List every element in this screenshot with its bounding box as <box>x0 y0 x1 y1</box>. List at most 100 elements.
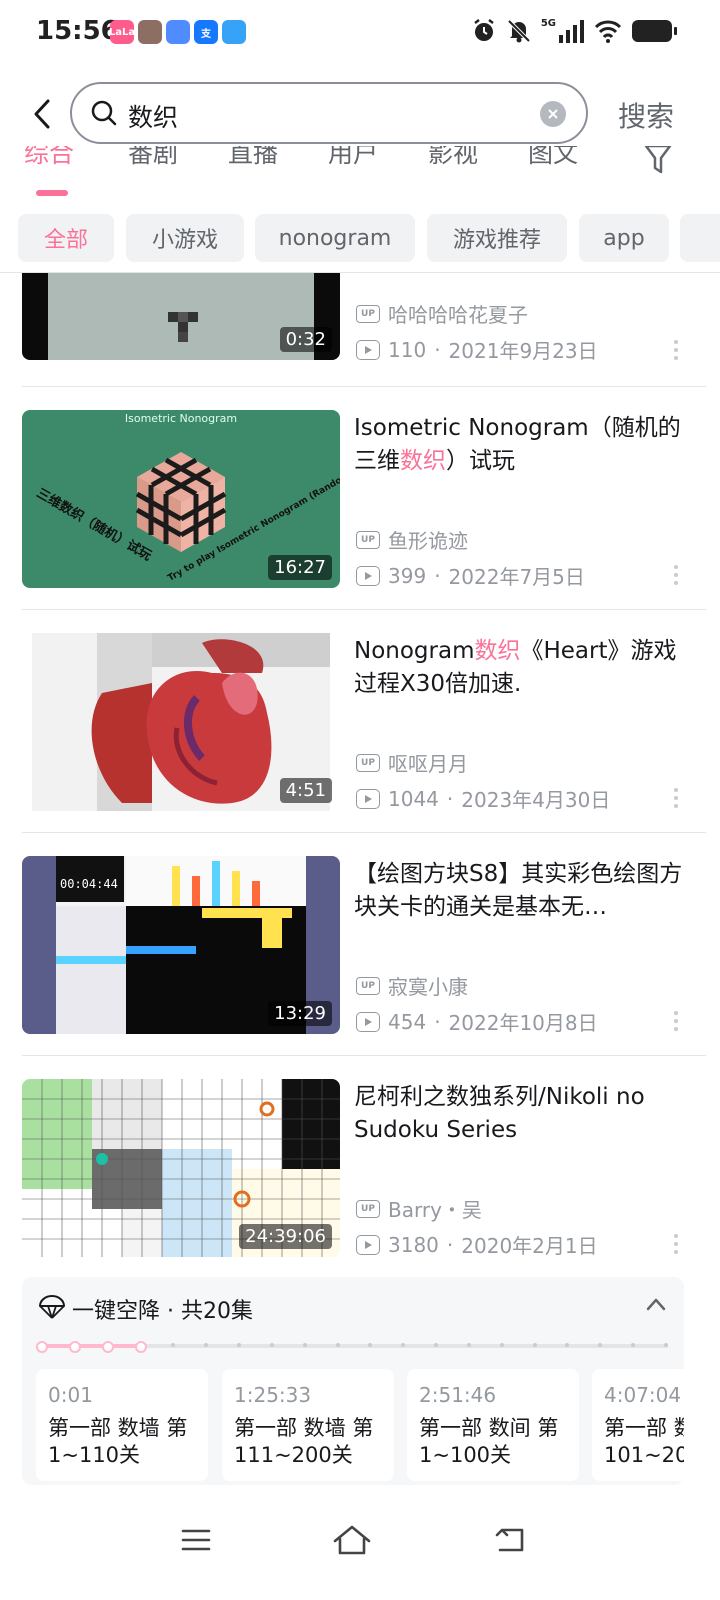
home-button[interactable] <box>322 1512 382 1568</box>
notification-icons: LaLa 支 <box>109 20 246 44</box>
video-title[interactable]: 尼柯利之数独系列/Nikoli no Sudoku Series <box>354 1081 684 1147</box>
episode-card[interactable]: 2:51:46 第一部 数间 第1~100关 <box>407 1369 579 1481</box>
status-time: 15:56 <box>36 16 119 46</box>
stats-row: 454 · 2022年10月8日 <box>356 1007 598 1036</box>
video-card[interactable]: 00:04:44 13:29 【绘图方块S8】其实彩色绘图方块关卡的通关是基本无… <box>0 833 720 1056</box>
video-thumbnail[interactable]: 4:51 <box>22 633 340 811</box>
episode-marker[interactable] <box>631 1343 636 1347</box>
search-query[interactable]: 数织 <box>128 98 178 134</box>
tab-users[interactable]: 用户 <box>328 146 378 170</box>
menu-icon <box>181 1529 211 1551</box>
episode-marker[interactable] <box>565 1343 570 1347</box>
video-card[interactable]: Isometric Nonogram 三维数织（随机）试玩 Try to pla… <box>0 387 720 610</box>
chip-mini-games[interactable]: 小游戏 <box>126 214 244 262</box>
video-card[interactable]: 4:51 Nonogram数织《Heart》游戏过程X30倍加速. UP 呕呕月… <box>0 610 720 833</box>
publish-date: 2020年2月1日 <box>461 1234 598 1258</box>
episode-marker[interactable] <box>134 1341 147 1353</box>
airdrop-title: 一键空降 · 共20集 <box>72 1299 253 1324</box>
play-count-icon <box>356 1234 380 1255</box>
play-count-icon <box>356 339 380 360</box>
uploader-row[interactable]: UP 鱼形诡迹 <box>356 525 468 554</box>
uploader-name: 鱼形诡迹 <box>388 529 468 553</box>
episode-marker[interactable] <box>101 1341 114 1353</box>
uploader-row[interactable]: UP 哈哈哈哈花夏子 <box>356 299 528 328</box>
episode-marker[interactable] <box>237 1343 242 1347</box>
tab-movies[interactable]: 影视 <box>428 146 478 170</box>
episode-marker[interactable] <box>368 1343 373 1347</box>
episode-marker[interactable] <box>434 1343 439 1347</box>
video-card[interactable]: 24:39:06 尼柯利之数独系列/Nikoli no Sudoku Serie… <box>0 1056 720 1258</box>
app-game-icon <box>138 20 162 44</box>
tab-all[interactable]: 综合 <box>24 146 74 170</box>
episode-marker[interactable] <box>598 1343 603 1347</box>
alarm-icon <box>474 19 494 41</box>
search-input[interactable]: 数织 <box>70 82 588 144</box>
video-title[interactable]: Isometric Nonogram（随机的三维数织）试玩 <box>354 412 684 478</box>
episode-time: 0:01 <box>48 1383 93 1407</box>
chevron-left-icon <box>34 99 50 129</box>
chip-game-recommend[interactable]: 游戏推荐 <box>427 214 567 262</box>
app-pink-icon: LaLa <box>109 20 135 44</box>
video-thumbnail[interactable]: 24:39:06 <box>22 1079 340 1257</box>
clear-icon[interactable] <box>540 101 566 127</box>
video-thumbnail[interactable]: 00:04:44 13:29 <box>22 856 340 1034</box>
episode-marker[interactable] <box>68 1341 81 1353</box>
video-duration: 0:32 <box>279 327 332 352</box>
episode-name: 第一部 数间 第1~100关 <box>419 1416 559 1467</box>
episode-marker[interactable] <box>36 1341 48 1353</box>
episode-marker[interactable] <box>532 1343 537 1347</box>
episode-marker[interactable] <box>664 1343 668 1347</box>
search-results: 0:32 UP 哈哈哈哈花夏子 110 · 2021年9月23日 Isometr… <box>0 273 720 1258</box>
publish-date: 2023年4月30日 <box>461 788 611 812</box>
video-thumbnail[interactable]: Isometric Nonogram 三维数织（随机）试玩 Try to pla… <box>22 410 340 588</box>
chip-more[interactable] <box>680 214 720 262</box>
uploader-row[interactable]: UP 呕呕月月 <box>356 748 468 777</box>
signal-icon <box>559 20 584 43</box>
tab-bangumi[interactable]: 番剧 <box>128 146 178 170</box>
more-options-icon[interactable] <box>672 1011 680 1031</box>
episode-marker[interactable] <box>204 1343 209 1347</box>
video-card[interactable]: 0:32 UP 哈哈哈哈花夏子 110 · 2021年9月23日 <box>0 273 720 363</box>
tab-indicator <box>36 190 68 196</box>
more-options-icon[interactable] <box>672 788 680 808</box>
video-thumbnail[interactable]: 0:32 <box>22 273 340 360</box>
back-button[interactable] <box>26 94 58 134</box>
episode-marker[interactable] <box>269 1343 274 1347</box>
more-options-icon[interactable] <box>672 1234 680 1254</box>
battery-icon <box>632 20 677 42</box>
episode-card[interactable]: 4:07:04 第一部 数间 第101~200关 <box>592 1369 684 1481</box>
video-title[interactable]: Nonogram数织《Heart》游戏过程X30倍加速. <box>354 635 684 701</box>
chip-all[interactable]: 全部 <box>18 214 114 262</box>
episode-card[interactable]: 1:25:33 第一部 数墙 第111~200关 <box>222 1369 394 1481</box>
episode-marker[interactable] <box>499 1343 504 1347</box>
tab-articles[interactable]: 图文 <box>528 146 578 170</box>
episode-list: 0:01 第一部 数墙 第1~110关 1:25:33 第一部 数墙 第111~… <box>36 1369 684 1485</box>
episode-marker[interactable] <box>401 1343 406 1347</box>
tab-live[interactable]: 直播 <box>228 146 278 170</box>
chip-app[interactable]: app <box>579 214 669 262</box>
back-nav-button[interactable] <box>480 1512 540 1568</box>
episode-progress-track[interactable] <box>36 1341 668 1353</box>
more-options-icon[interactable] <box>672 565 680 585</box>
episode-marker[interactable] <box>335 1343 340 1347</box>
menu-button[interactable] <box>166 1512 226 1568</box>
up-badge-icon: UP <box>356 976 380 995</box>
chip-nonogram[interactable]: nonogram <box>255 214 415 262</box>
uploader-row[interactable]: UP 寂寞小康 <box>356 971 468 1000</box>
title-text: ）试玩 <box>446 448 515 474</box>
system-nav-bar <box>0 1490 720 1600</box>
filter-icon[interactable] <box>644 146 672 174</box>
system-icons: 5G <box>471 18 677 44</box>
filter-chips: 全部 小游戏 nonogram 游戏推荐 app <box>18 214 720 262</box>
episode-marker[interactable] <box>302 1343 307 1347</box>
uploader-row[interactable]: UP Barry・吴 <box>356 1194 482 1223</box>
view-count: 399 <box>388 563 427 588</box>
episode-marker[interactable] <box>171 1343 176 1347</box>
episode-marker[interactable] <box>466 1343 471 1347</box>
chevron-up-icon[interactable] <box>646 1297 666 1311</box>
video-title[interactable]: 【绘图方块S8】其实彩色绘图方块关卡的通关是基本无… <box>354 858 684 924</box>
view-count: 110 <box>388 337 427 362</box>
more-options-icon[interactable] <box>672 340 680 360</box>
episode-card[interactable]: 0:01 第一部 数墙 第1~110关 <box>36 1369 208 1481</box>
search-button[interactable]: 搜索 <box>618 95 674 135</box>
